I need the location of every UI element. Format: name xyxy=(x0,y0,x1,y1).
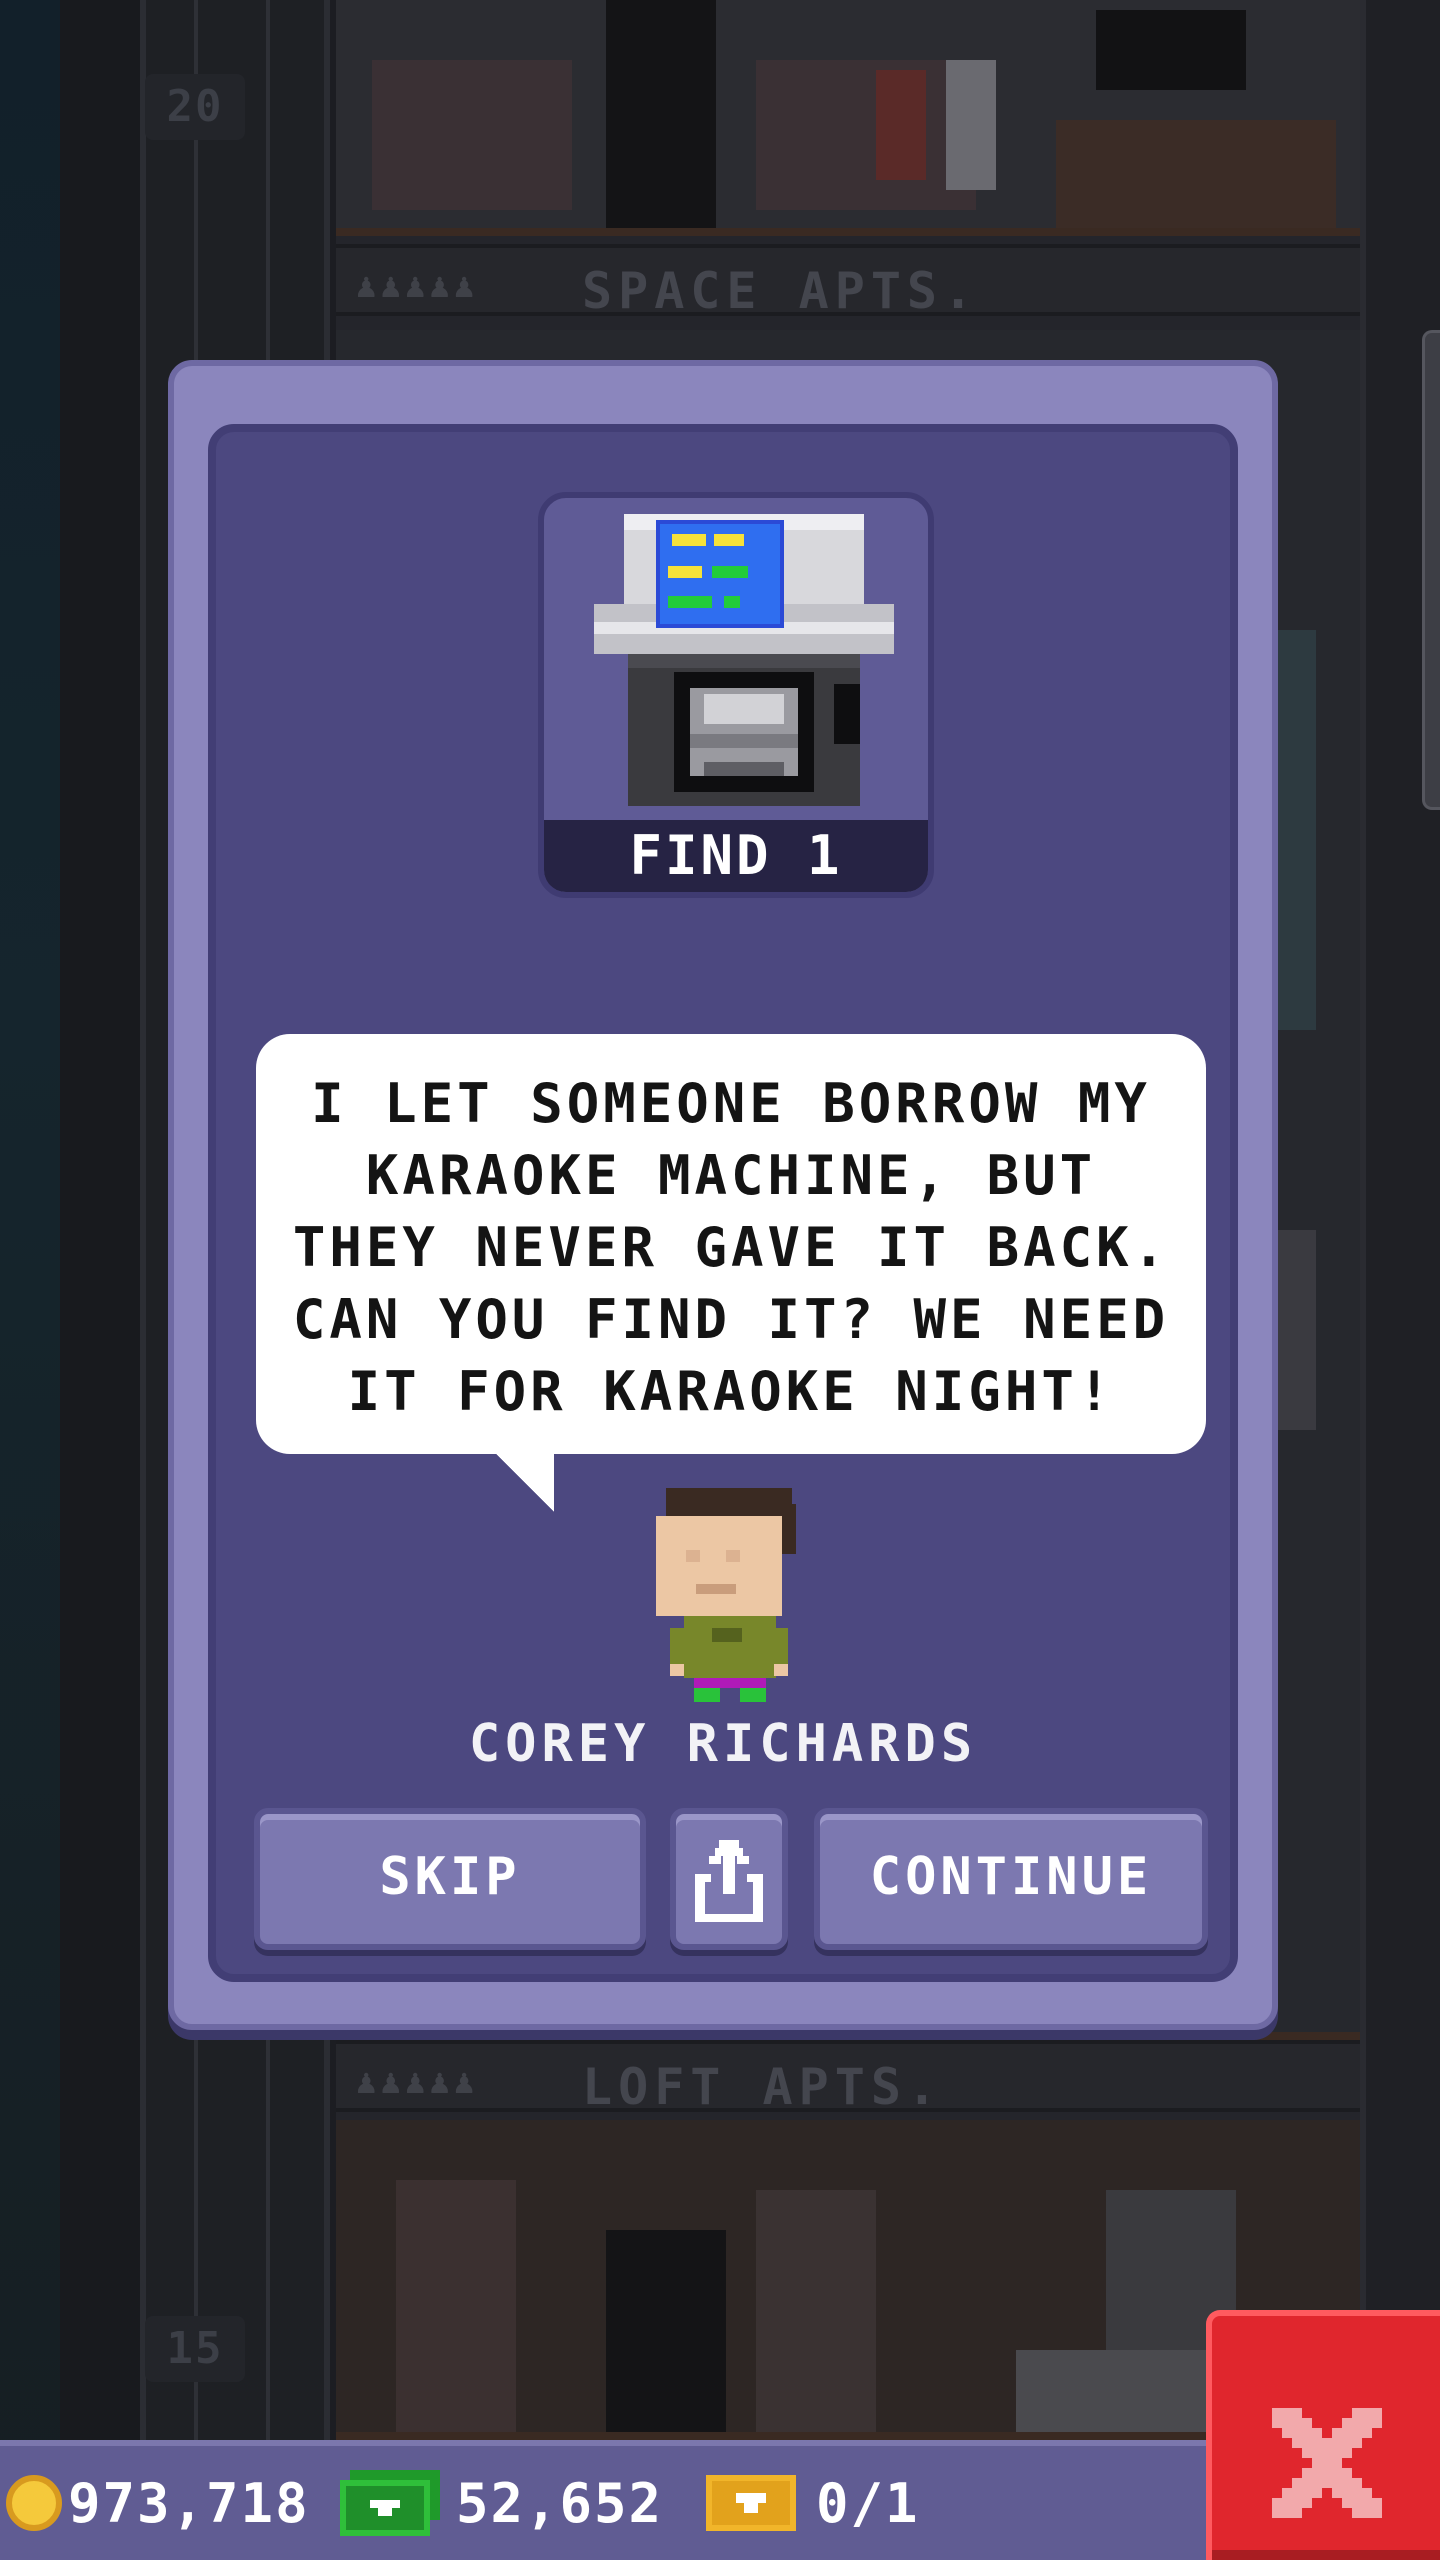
speech-bubble: I LET SOMEONE BORROW MY KARAOKE MACHINE,… xyxy=(256,1034,1206,1454)
speech-text: I LET SOMEONE BORROW MY KARAOKE MACHINE,… xyxy=(292,1072,1170,1423)
skip-button[interactable]: SKIP xyxy=(254,1808,646,1950)
floor-label-space-apts: ♟♟♟♟♟ SPACE APTS. xyxy=(336,244,1360,320)
close-button[interactable] xyxy=(1206,2310,1440,2560)
karaoke-machine-icon xyxy=(594,514,894,806)
room-restaurant[interactable] xyxy=(336,0,1360,236)
share-icon xyxy=(695,1840,763,1922)
mission-dialog-panel: FIND 1 I LET SOMEONE BORROW MY KARAOKE M… xyxy=(208,424,1238,1982)
continue-button[interactable]: CONTINUE xyxy=(814,1808,1208,1950)
floor-label-loft-apts: ♟♟♟♟♟ LOFT APTS. xyxy=(336,2040,1360,2116)
character-avatar xyxy=(656,1488,796,1702)
floor-name: SPACE APTS. xyxy=(582,262,980,320)
tickets-display[interactable]: 0/1 xyxy=(706,2446,920,2560)
floor-number: 15 xyxy=(145,2316,245,2382)
ticket-icon xyxy=(706,2475,796,2531)
close-icon xyxy=(1272,2408,1382,2518)
coins-display[interactable]: 973,718 xyxy=(6,2446,310,2560)
speech-bubble-tail xyxy=(484,1442,554,1512)
bux-value: 52,652 xyxy=(456,2471,664,2535)
coins-value: 973,718 xyxy=(68,2471,310,2535)
coin-icon xyxy=(6,2475,62,2531)
floor-name: LOFT APTS. xyxy=(582,2058,944,2116)
resident-slots: ♟♟♟♟♟ xyxy=(356,2062,479,2102)
bux-icon xyxy=(340,2470,440,2536)
floor-number: 20 xyxy=(145,74,245,140)
bux-display[interactable]: 52,652 xyxy=(340,2446,663,2560)
tickets-value: 0/1 xyxy=(816,2471,920,2535)
side-drawer-tab[interactable] xyxy=(1422,330,1440,810)
sky-strip xyxy=(0,0,60,2560)
item-card: FIND 1 xyxy=(538,492,934,898)
resident-slots: ♟♟♟♟♟ xyxy=(356,266,479,306)
mission-dialog: FIND 1 I LET SOMEONE BORROW MY KARAOKE M… xyxy=(168,360,1278,2030)
share-button[interactable] xyxy=(670,1808,788,1950)
tower-edge xyxy=(60,0,140,2560)
find-count-label: FIND 1 xyxy=(544,820,928,892)
character-name: COREY RICHARDS xyxy=(468,1714,978,1774)
